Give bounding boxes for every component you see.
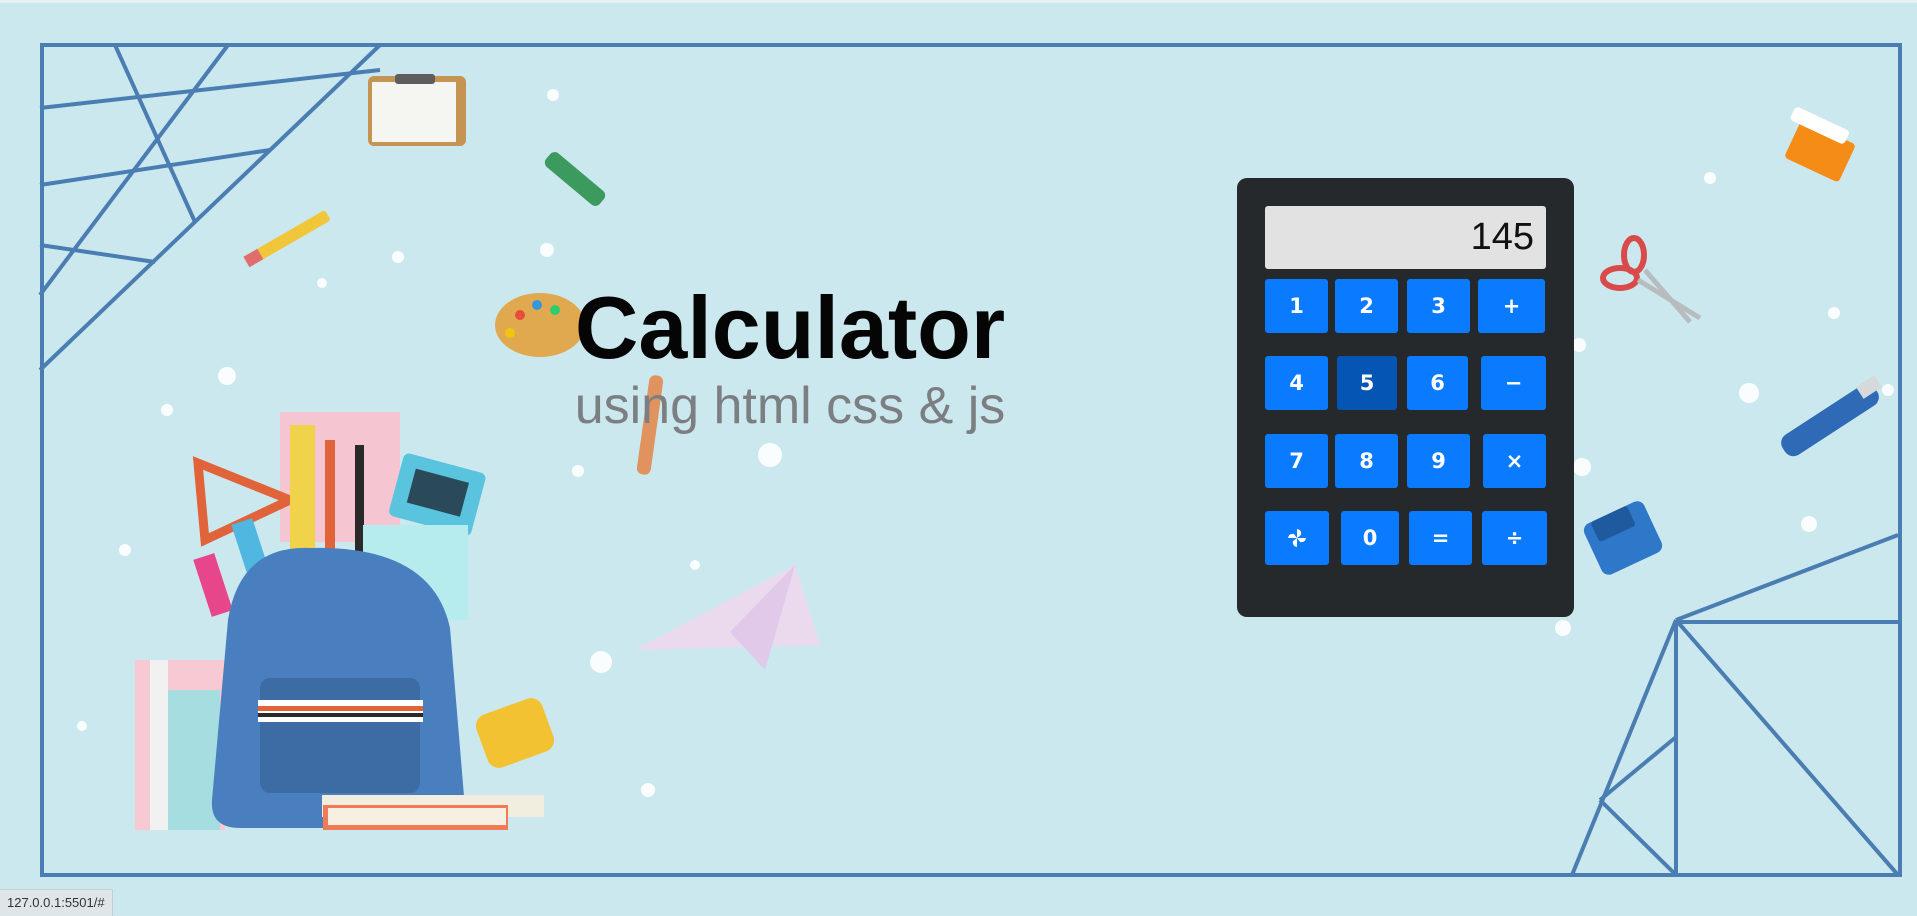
key-9-label: 9 (1431, 449, 1446, 473)
page-background: Calculator using html css & js 145 1 2 3 +4… (0, 0, 1917, 916)
key-multiply-label: × (1505, 449, 1524, 473)
key-minus-label: − (1504, 371, 1523, 395)
key-0[interactable]: 0 (1341, 511, 1399, 565)
key-4[interactable]: 4 (1265, 356, 1328, 410)
calculator: 145 1 2 3 +4 5 6 − 7 8 9 × 0 = ÷ (1237, 178, 1574, 617)
key-6[interactable]: 6 (1407, 356, 1468, 410)
page-frame-border (40, 43, 1902, 877)
key-3[interactable]: 3 (1407, 279, 1470, 333)
key-1[interactable]: 1 (1265, 279, 1328, 333)
key-4-label: 4 (1289, 371, 1304, 395)
key-5[interactable]: 5 (1337, 356, 1397, 410)
hero-heading: Calculator using html css & js (540, 280, 1040, 436)
key-5-label: 5 (1359, 371, 1375, 395)
key-2[interactable]: 2 (1335, 279, 1398, 333)
page-subtitle: using html css & js (574, 377, 1006, 435)
key-plus-label: + (1502, 294, 1521, 318)
key-clear[interactable] (1265, 511, 1329, 565)
key-6-label: 6 (1430, 371, 1445, 395)
key-1-label: 1 (1289, 294, 1304, 318)
calculator-display: 145 (1265, 206, 1546, 269)
key-9[interactable]: 9 (1407, 434, 1470, 488)
key-7-label: 7 (1289, 449, 1304, 473)
key-7[interactable]: 7 (1265, 434, 1328, 488)
key-equals[interactable]: = (1409, 511, 1472, 565)
page-title: Calculator (574, 278, 1006, 377)
key-plus[interactable]: + (1478, 279, 1545, 333)
key-2-label: 2 (1359, 294, 1374, 318)
key-minus[interactable]: − (1481, 356, 1546, 410)
key-divide-label: ÷ (1505, 526, 1524, 550)
key-equals-label: = (1431, 526, 1450, 550)
status-bar-url: 127.0.0.1:5501/# (0, 889, 113, 916)
pinwheel-icon (1288, 529, 1306, 547)
key-divide[interactable]: ÷ (1482, 511, 1547, 565)
key-multiply[interactable]: × (1483, 434, 1546, 488)
key-8-label: 8 (1359, 449, 1374, 473)
key-0-label: 0 (1362, 526, 1378, 550)
key-3-label: 3 (1431, 294, 1446, 318)
key-8[interactable]: 8 (1335, 434, 1398, 488)
